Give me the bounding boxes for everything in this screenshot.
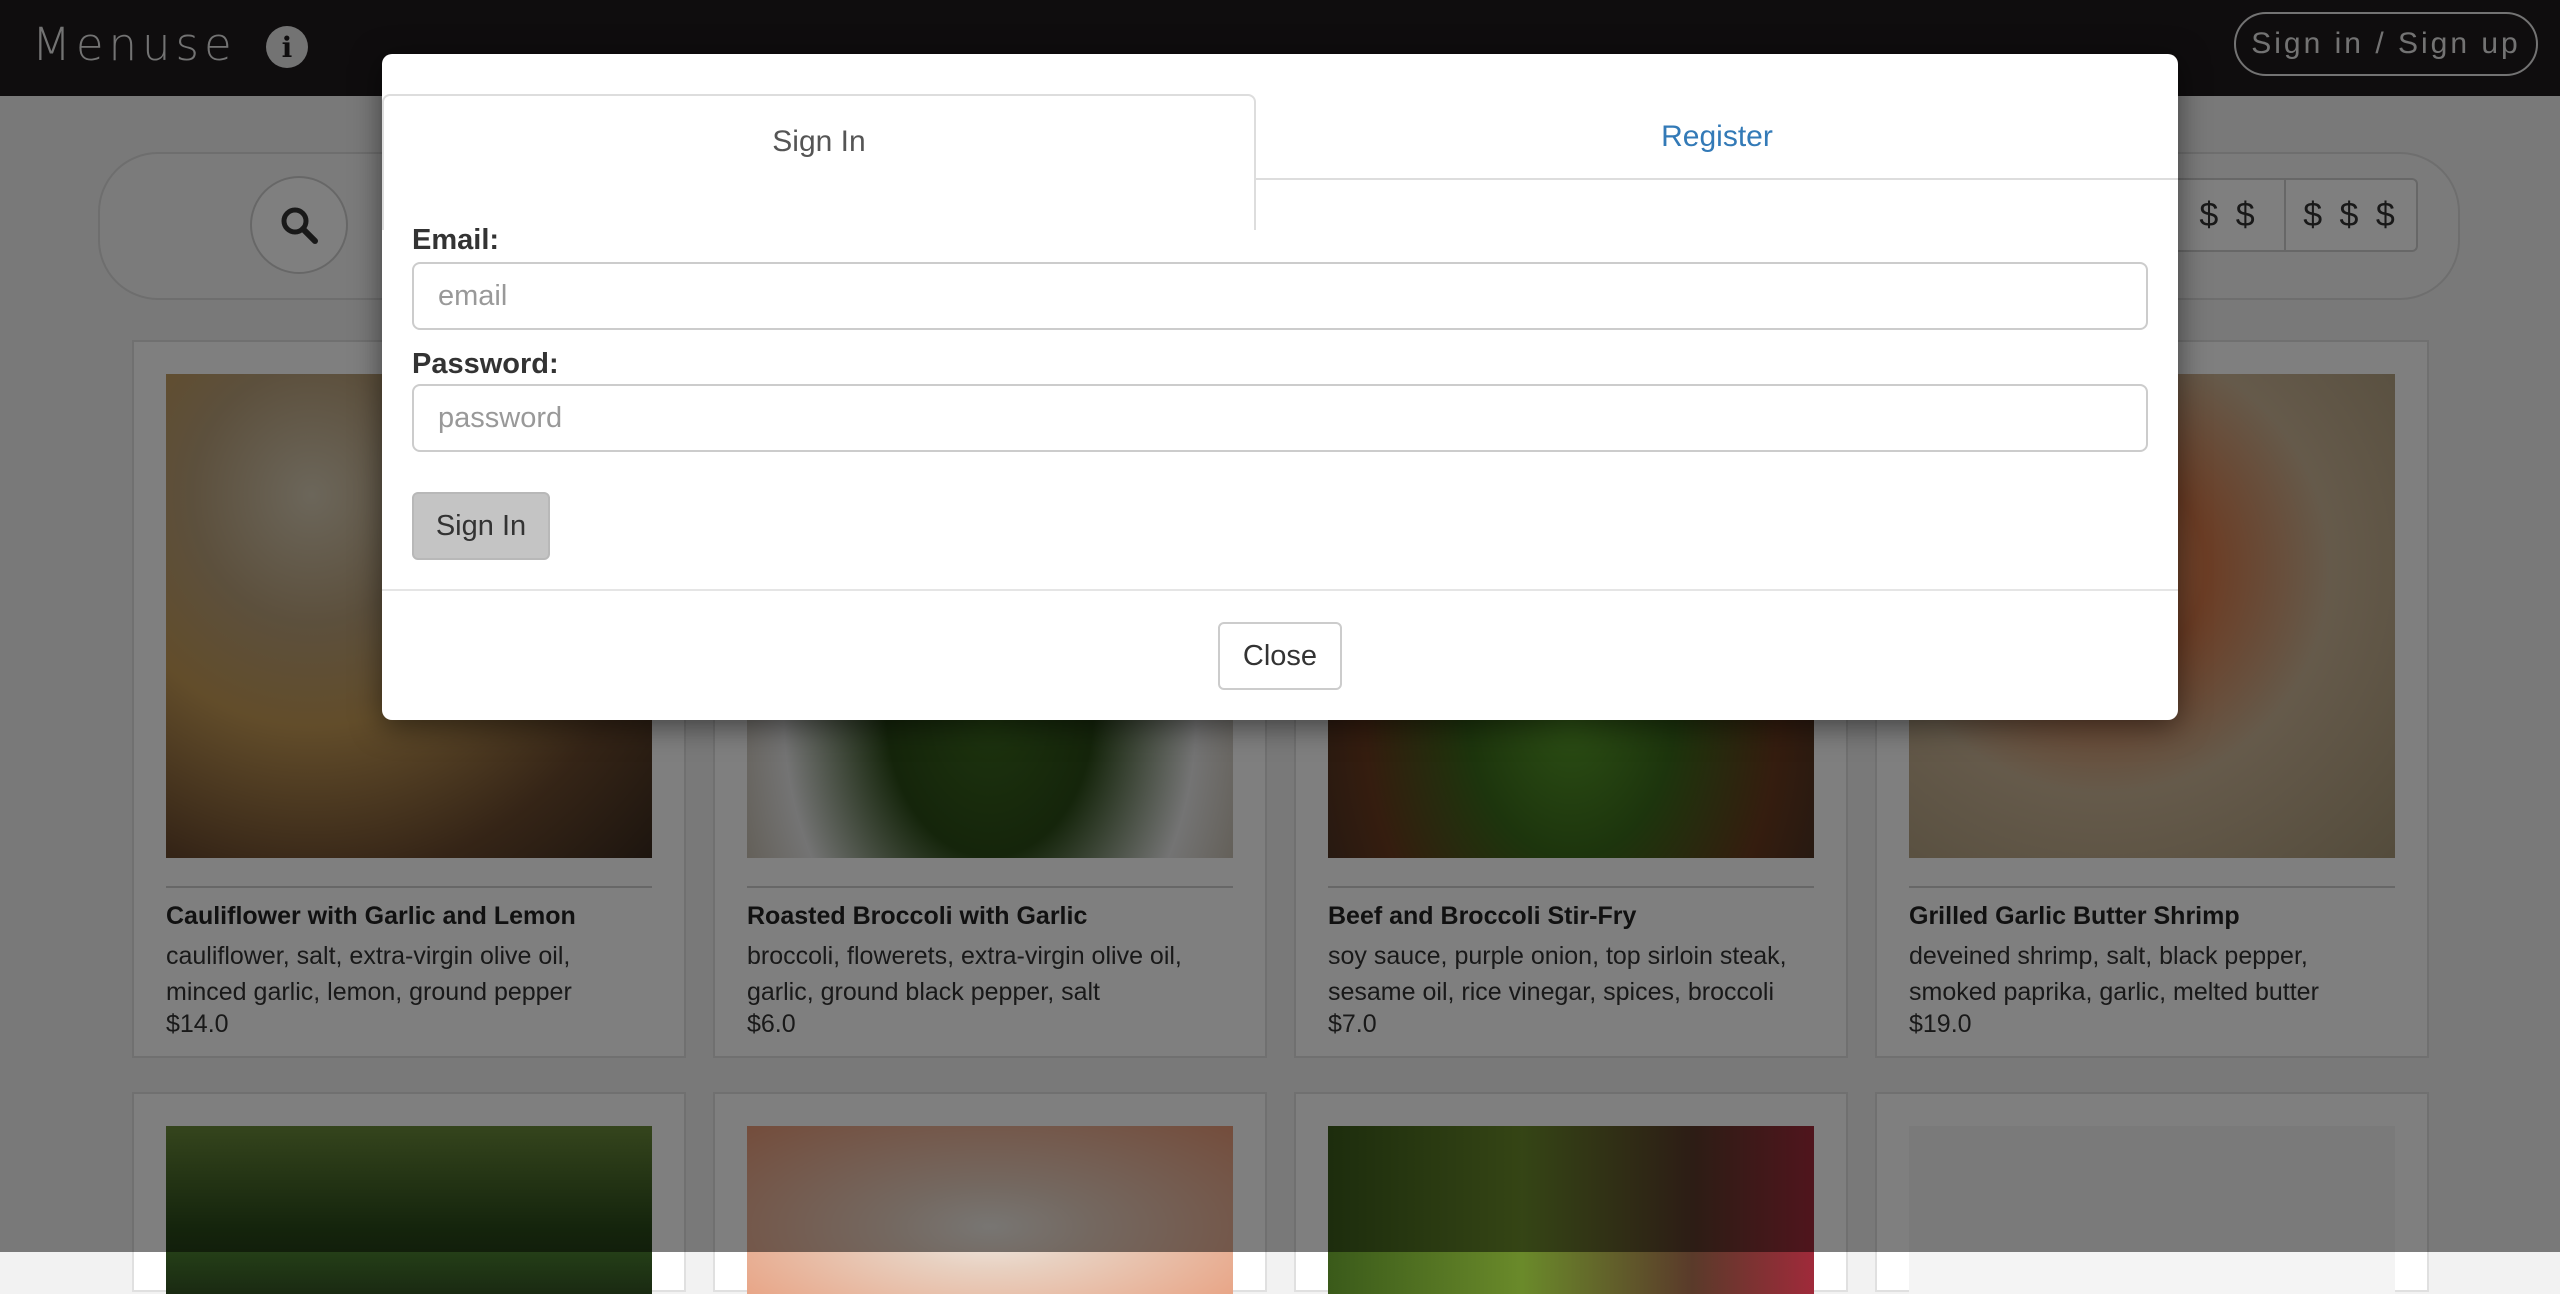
tab-register[interactable]: Register [1256, 94, 2178, 180]
tab-divider [1256, 178, 2178, 180]
signin-modal: Sign In Register Email: Password: Sign I… [382, 54, 2178, 720]
email-field[interactable] [412, 262, 2148, 330]
tab-signin[interactable]: Sign In [382, 94, 1256, 230]
signin-submit-button[interactable]: Sign In [412, 492, 550, 560]
email-label: Email: [412, 224, 500, 256]
modal-tabs: Sign In Register [382, 94, 2178, 230]
password-field[interactable] [412, 384, 2148, 452]
modal-footer-divider [382, 589, 2178, 591]
close-button[interactable]: Close [1218, 622, 1342, 690]
password-label: Password: [412, 348, 559, 380]
